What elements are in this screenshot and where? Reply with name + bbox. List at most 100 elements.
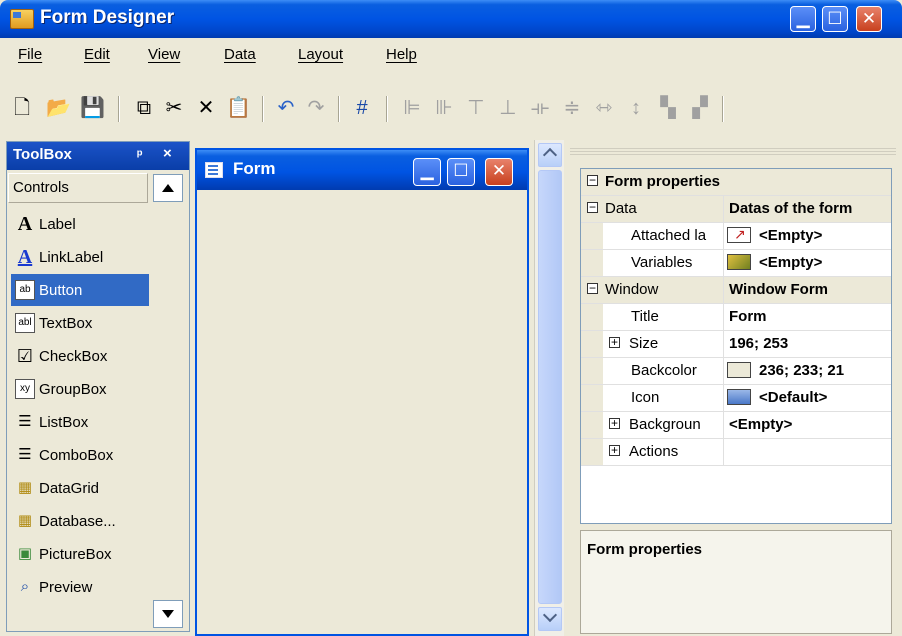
- menu-data[interactable]: Data: [224, 46, 256, 63]
- property-row-backgroun[interactable]: + Backgroun <Empty>: [581, 412, 891, 439]
- menu-layout[interactable]: Layout: [298, 46, 343, 63]
- toolbar: 🗋 📂 💾 ⧉ ✂ ✕ 📋 ↶ ↷ # ⊫ ⊪ ⊤ ⊥ ⟛ ≑ ⇿ ↕ ▚ ▞: [0, 88, 902, 132]
- property-row-actions[interactable]: + Actions: [581, 439, 891, 466]
- toolbox-close-icon[interactable]: ×: [163, 145, 172, 162]
- property-row-variables[interactable]: Variables <Empty>: [581, 250, 891, 277]
- redo-icon[interactable]: ↷: [304, 96, 328, 120]
- chevron-down-icon: [542, 607, 558, 623]
- property-value[interactable]: <Empty>: [759, 254, 889, 271]
- open-folder-icon[interactable]: 📂: [46, 96, 71, 120]
- paste-icon[interactable]: 📋: [226, 96, 251, 120]
- scroll-up-button[interactable]: [538, 143, 562, 167]
- property-row-attachedla[interactable]: Attached la ↗ <Empty>: [581, 223, 891, 250]
- toolbox-item-database[interactable]: ▦ Database...: [11, 505, 149, 537]
- bring-front-icon[interactable]: ▚: [656, 96, 680, 120]
- property-value[interactable]: <Empty>: [759, 227, 889, 244]
- center-horizontal-icon[interactable]: ⟛: [528, 96, 552, 120]
- toolbox-item-label: Preview: [39, 579, 93, 596]
- property-value[interactable]: 196; 253: [729, 335, 889, 352]
- property-row-window[interactable]: − Window Window Form: [581, 277, 891, 304]
- scroll-down-button[interactable]: [538, 607, 562, 631]
- property-name: Variables: [631, 254, 693, 271]
- property-value[interactable]: <Empty>: [729, 416, 889, 433]
- center-vertical-icon[interactable]: ≑: [560, 96, 584, 120]
- toolbox-item-label: Database...: [39, 513, 116, 530]
- property-name: Attached la: [631, 227, 707, 244]
- space-horizontal-icon[interactable]: ⇿: [592, 96, 616, 120]
- toolbox-item-label[interactable]: A Label: [11, 208, 149, 240]
- toolbox-item-label: GroupBox: [39, 381, 107, 398]
- toolbar-separator: [262, 96, 264, 122]
- new-file-icon[interactable]: 🗋: [10, 96, 34, 120]
- collapse-icon[interactable]: −: [587, 201, 598, 213]
- toolbox-item-datagrid[interactable]: ▦ DataGrid: [11, 472, 149, 504]
- undo-icon[interactable]: ↶: [274, 96, 298, 120]
- toolbox-item-checkbox[interactable]: ☑ CheckBox: [11, 340, 149, 372]
- maximize-icon: ☐: [827, 9, 843, 28]
- toolbox-item-label: ListBox: [39, 414, 89, 431]
- expand-icon[interactable]: +: [609, 336, 620, 348]
- toolbox-item-preview[interactable]: ⌕ Preview: [11, 571, 149, 603]
- expand-icon[interactable]: +: [609, 417, 620, 429]
- scroll-thumb[interactable]: [538, 170, 562, 604]
- property-name: Actions: [629, 443, 679, 460]
- align-bottom-icon[interactable]: ⊥: [496, 96, 520, 120]
- column-divider: [723, 250, 724, 276]
- property-value[interactable]: 236; 233; 21: [759, 362, 889, 379]
- toolbar-separator: [722, 96, 724, 122]
- collapse-icon[interactable]: −: [587, 282, 598, 294]
- pin-icon[interactable]: ᵖ: [137, 146, 142, 162]
- property-value[interactable]: Window Form: [729, 281, 889, 298]
- send-back-icon[interactable]: ▞: [688, 96, 712, 120]
- toolbox-item-listbox[interactable]: ☰ ListBox: [11, 406, 149, 438]
- property-value[interactable]: Form: [729, 308, 889, 325]
- arrow-down-icon: [162, 610, 174, 618]
- delete-icon[interactable]: ✕: [194, 96, 218, 120]
- expand-icon[interactable]: +: [609, 444, 620, 456]
- toolbox-item-textbox[interactable]: abl TextBox: [11, 307, 149, 339]
- panel-grip[interactable]: [570, 148, 896, 156]
- align-left-icon[interactable]: ⊫: [400, 96, 424, 120]
- toolbox-header: ToolBox ᵖ ×: [7, 142, 189, 170]
- align-right-icon[interactable]: ⊪: [432, 96, 456, 120]
- toolbox-category[interactable]: Controls: [8, 173, 148, 203]
- form-minimize-button[interactable]: ▁: [413, 158, 441, 186]
- save-icon[interactable]: 💾: [80, 96, 105, 120]
- toolbox-item-label: PictureBox: [39, 546, 112, 563]
- property-name: Title: [631, 308, 659, 325]
- menu-file[interactable]: File: [18, 46, 42, 63]
- toolbox-scroll-up[interactable]: [153, 174, 183, 202]
- property-value[interactable]: Datas of the form: [729, 200, 889, 217]
- form-close-button[interactable]: ✕: [485, 158, 513, 186]
- minimize-button[interactable]: ▁: [790, 6, 816, 32]
- cut-icon[interactable]: ✂: [162, 96, 186, 120]
- toolbox-scroll-down[interactable]: [153, 600, 183, 628]
- form-maximize-button[interactable]: ☐: [447, 158, 475, 186]
- collapse-icon[interactable]: −: [587, 174, 598, 186]
- property-row-size[interactable]: + Size 196; 253: [581, 331, 891, 358]
- property-row-title[interactable]: Title Form: [581, 304, 891, 331]
- property-row-formproperties[interactable]: − Form properties: [581, 169, 891, 196]
- property-row-icon[interactable]: Icon <Default>: [581, 385, 891, 412]
- form-window[interactable]: Form ▁ ☐ ✕: [195, 148, 529, 636]
- menu-view[interactable]: View: [148, 46, 180, 63]
- grid-icon[interactable]: #: [350, 96, 374, 120]
- toolbox-item-button[interactable]: ab Button: [11, 274, 149, 306]
- close-button[interactable]: ✕: [856, 6, 882, 32]
- copy-icon[interactable]: ⧉: [132, 96, 156, 120]
- designer-scrollbar[interactable]: [534, 140, 564, 636]
- property-row-backcolor[interactable]: Backcolor 236; 233; 21: [581, 358, 891, 385]
- form-title-bar[interactable]: Form ▁ ☐ ✕: [197, 150, 527, 190]
- space-vertical-icon[interactable]: ↕: [624, 96, 648, 120]
- toolbox-item-linklabel[interactable]: A LinkLabel: [11, 241, 149, 273]
- menu-edit[interactable]: Edit: [84, 46, 110, 63]
- property-row-data[interactable]: − Data Datas of the form: [581, 196, 891, 223]
- align-top-icon[interactable]: ⊤: [464, 96, 488, 120]
- maximize-button[interactable]: ☐: [822, 6, 848, 32]
- menu-help[interactable]: Help: [386, 46, 417, 63]
- toolbox-item-groupbox[interactable]: xy GroupBox: [11, 373, 149, 405]
- toolbox-item-combobox[interactable]: ☰ ComboBox: [11, 439, 149, 471]
- property-name: Backcolor: [631, 362, 697, 379]
- property-value[interactable]: <Default>: [759, 389, 889, 406]
- toolbox-item-picturebox[interactable]: ▣ PictureBox: [11, 538, 149, 570]
